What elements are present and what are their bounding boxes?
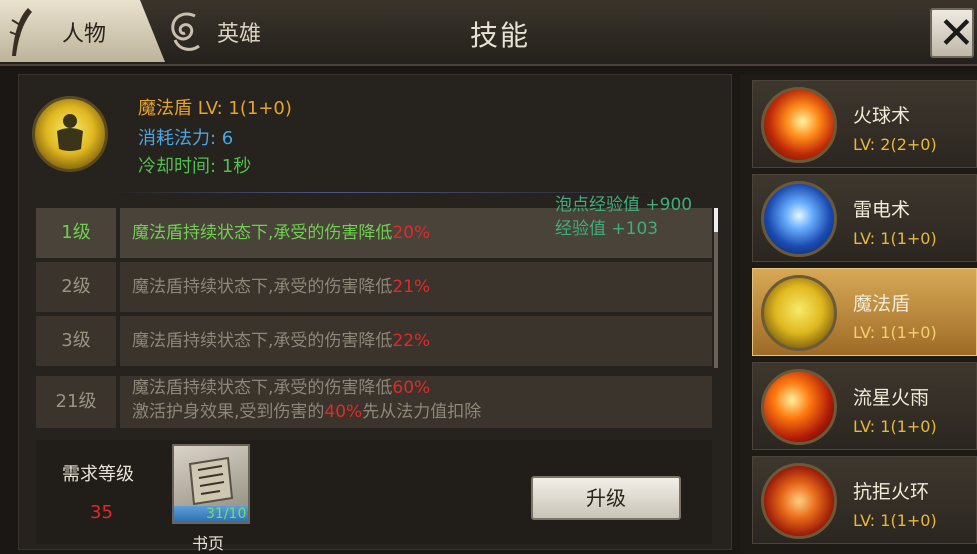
level-desc: 魔法盾持续状态下,承受的伤害降低22% (120, 316, 712, 366)
level-label: 3级 (36, 316, 116, 366)
level-row: 3级 魔法盾持续状态下,承受的伤害降低22% (36, 316, 712, 366)
skill-card-magic-shield[interactable]: 魔法盾 LV: 1(1+0) (752, 268, 977, 356)
feather-icon (9, 8, 32, 56)
swirl-icon (171, 12, 200, 51)
thunder-icon (761, 181, 837, 257)
magic-shield-icon (761, 275, 837, 351)
skill-card-thunder[interactable]: 雷电术 LV: 1(1+0) (752, 174, 977, 262)
repel-fire-ring-icon (761, 463, 837, 539)
level-row: 2级 魔法盾持续状态下,承受的伤害降低21% (36, 262, 712, 312)
meteor-rain-icon (761, 369, 837, 445)
skill-level: LV: 1(1+0) (853, 229, 937, 248)
mana-cost: 消耗法力: 6 (138, 128, 234, 149)
skill-name: 流星火雨 (853, 387, 930, 409)
skill-name: 魔法盾 (853, 293, 911, 315)
skill-level: LV: 1(1+0) (853, 417, 937, 436)
tab-people-label: 人物 (62, 22, 107, 47)
upgrade-button[interactable]: 升级 (531, 476, 681, 520)
skill-name: 火球术 (853, 105, 911, 127)
skill-level: LV: 1(1+0) (853, 511, 937, 530)
skill-name-level: 魔法盾 LV: 1(1+0) (138, 98, 292, 119)
page-title: 技能 (469, 19, 530, 52)
level-label: 1级 (36, 208, 116, 258)
exp-gain: 经验值 +103 (555, 219, 659, 239)
skill-card-fireball[interactable]: 火球术 LV: 2(2+0) (752, 80, 977, 168)
top-bar: 人物 英雄 技能 ✕ (0, 0, 977, 66)
skill-name: 抗拒火环 (853, 481, 930, 503)
bubble-exp-gain: 泡点经验值 +900 (555, 195, 693, 215)
level-list-scrollbar[interactable] (714, 208, 718, 368)
item-count: 31/10 (206, 506, 247, 522)
close-button[interactable]: ✕ (930, 8, 975, 59)
magic-shield-icon (32, 96, 108, 172)
tab-people[interactable]: 人物 (0, 0, 165, 62)
level-desc: 魔法盾持续状态下,承受的伤害降低60% 激活护身效果,受到伤害的40%先从法力值… (120, 376, 712, 428)
tab-hero[interactable]: 英雄 (165, 0, 305, 62)
level-label: 21级 (36, 376, 116, 428)
required-level-value: 35 (90, 502, 113, 523)
book-page-icon (188, 456, 234, 506)
skill-level: LV: 2(2+0) (853, 135, 937, 154)
skill-level: LV: 1(1+0) (853, 323, 937, 342)
max-level-row: 21级 魔法盾持续状态下,承受的伤害降低60% 激活护身效果,受到伤害的40%先… (36, 376, 712, 428)
skill-name: 雷电术 (853, 199, 911, 221)
cooldown: 冷却时间: 1秒 (138, 156, 252, 177)
close-icon: ✕ (938, 8, 975, 59)
skill-card-meteor-rain[interactable]: 流星火雨 LV: 1(1+0) (752, 362, 977, 450)
level-desc: 魔法盾持续状态下,承受的伤害降低21% (120, 262, 712, 312)
fireball-icon (761, 87, 837, 163)
skill-card-repel-fire-ring[interactable]: 抗拒火环 LV: 1(1+0) (752, 456, 977, 544)
figure-icon (57, 114, 83, 151)
item-name: 书页 (192, 534, 225, 553)
tab-hero-label: 英雄 (217, 22, 262, 47)
level-label: 2级 (36, 262, 116, 312)
scrollbar-thumb[interactable] (714, 208, 718, 232)
required-level-label: 需求等级 (62, 464, 134, 485)
